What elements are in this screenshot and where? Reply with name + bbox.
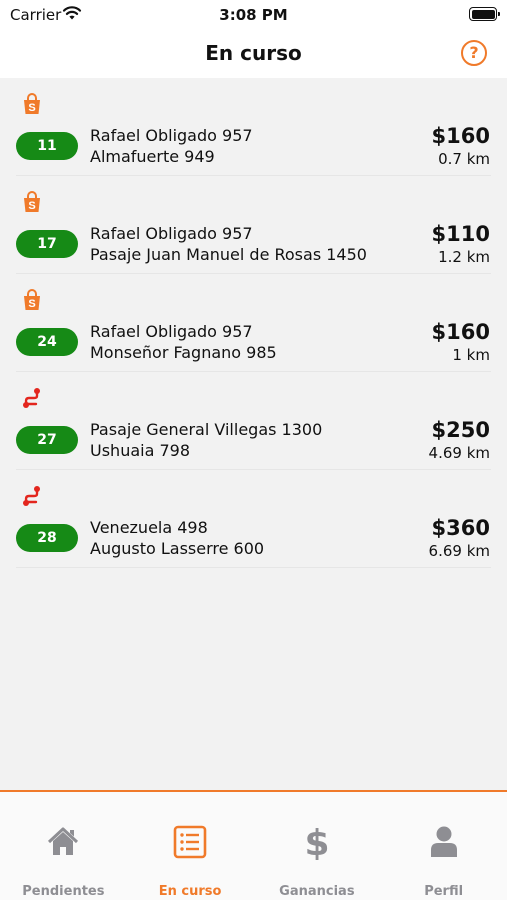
person-icon <box>430 826 457 857</box>
dropoff-address: Augusto Lasserre 600 <box>90 539 265 558</box>
list-icon <box>173 825 207 859</box>
route-icon <box>23 388 40 408</box>
shopping-bag-icon: S <box>24 289 40 310</box>
shopping-bag-icon: S <box>24 191 40 212</box>
dropoff-address: Pasaje Juan Manuel de Rosas 1450 <box>90 245 367 264</box>
row-divider <box>16 567 491 568</box>
order-distance: 6.69 km <box>428 542 490 560</box>
tab-ganancias[interactable]: $ Ganancias <box>254 792 381 900</box>
page-title: En curso <box>205 41 302 65</box>
order-number-badge: 17 <box>16 230 78 258</box>
tab-label: Ganancias <box>279 884 355 899</box>
pickup-address: Venezuela 498 <box>90 518 208 537</box>
status-bar: Carrier 3:08 PM <box>0 0 507 30</box>
order-price: $250 <box>431 418 490 442</box>
order-price: $160 <box>431 124 490 148</box>
svg-text:S: S <box>28 102 35 114</box>
order-price: $160 <box>431 320 490 344</box>
order-distance: 1 km <box>452 346 490 364</box>
order-number-badge: 11 <box>16 132 78 160</box>
help-button[interactable]: ? <box>461 40 487 66</box>
svg-text:S: S <box>28 200 35 212</box>
order-number-badge: 27 <box>16 426 78 454</box>
order-row[interactable]: S 17 Rafael Obligado 957 Pasaje Juan Man… <box>0 176 507 274</box>
order-row[interactable]: S 11 Rafael Obligado 957 Almafuerte 949 … <box>0 78 507 176</box>
dropoff-address: Almafuerte 949 <box>90 147 215 166</box>
dollar-icon: $ <box>304 824 329 860</box>
tab-perfil[interactable]: Perfil <box>380 792 507 900</box>
tab-en-curso[interactable]: En curso <box>127 792 254 900</box>
shopping-bag-icon: S <box>24 93 40 114</box>
orders-list: S 11 Rafael Obligado 957 Almafuerte 949 … <box>0 78 507 790</box>
home-icon <box>48 827 79 855</box>
pickup-address: Rafael Obligado 957 <box>90 126 253 145</box>
route-icon <box>23 486 40 506</box>
order-number-badge: 28 <box>16 524 78 552</box>
svg-text:S: S <box>28 298 35 310</box>
order-distance: 4.69 km <box>428 444 490 462</box>
tab-pendientes[interactable]: Pendientes <box>0 792 127 900</box>
order-price: $360 <box>431 516 490 540</box>
order-distance: 1.2 km <box>438 248 490 266</box>
dropoff-address: Monseñor Fagnano 985 <box>90 343 277 362</box>
order-row[interactable]: 28 Venezuela 498 Augusto Lasserre 600 $3… <box>0 470 507 568</box>
battery-icon <box>469 7 500 21</box>
navigation-bar: En curso ? <box>0 30 507 78</box>
tab-label: Perfil <box>424 884 464 899</box>
order-number-badge: 24 <box>16 328 78 356</box>
clock: 3:08 PM <box>219 6 288 24</box>
tab-label: Pendientes <box>22 884 105 899</box>
order-price: $110 <box>431 222 490 246</box>
order-row[interactable]: 27 Pasaje General Villegas 1300 Ushuaia … <box>0 372 507 470</box>
dropoff-address: Ushuaia 798 <box>90 441 191 460</box>
svg-text:$: $ <box>304 824 329 860</box>
order-distance: 0.7 km <box>438 150 490 168</box>
pickup-address: Rafael Obligado 957 <box>90 224 253 243</box>
order-row[interactable]: S 24 Rafael Obligado 957 Monseñor Fagnan… <box>0 274 507 372</box>
pickup-address: Rafael Obligado 957 <box>90 322 253 341</box>
pickup-address: Pasaje General Villegas 1300 <box>90 420 323 439</box>
tab-label: En curso <box>158 884 222 899</box>
tab-bar: Pendientes En curso $ Ganancias Perfil <box>0 790 507 900</box>
